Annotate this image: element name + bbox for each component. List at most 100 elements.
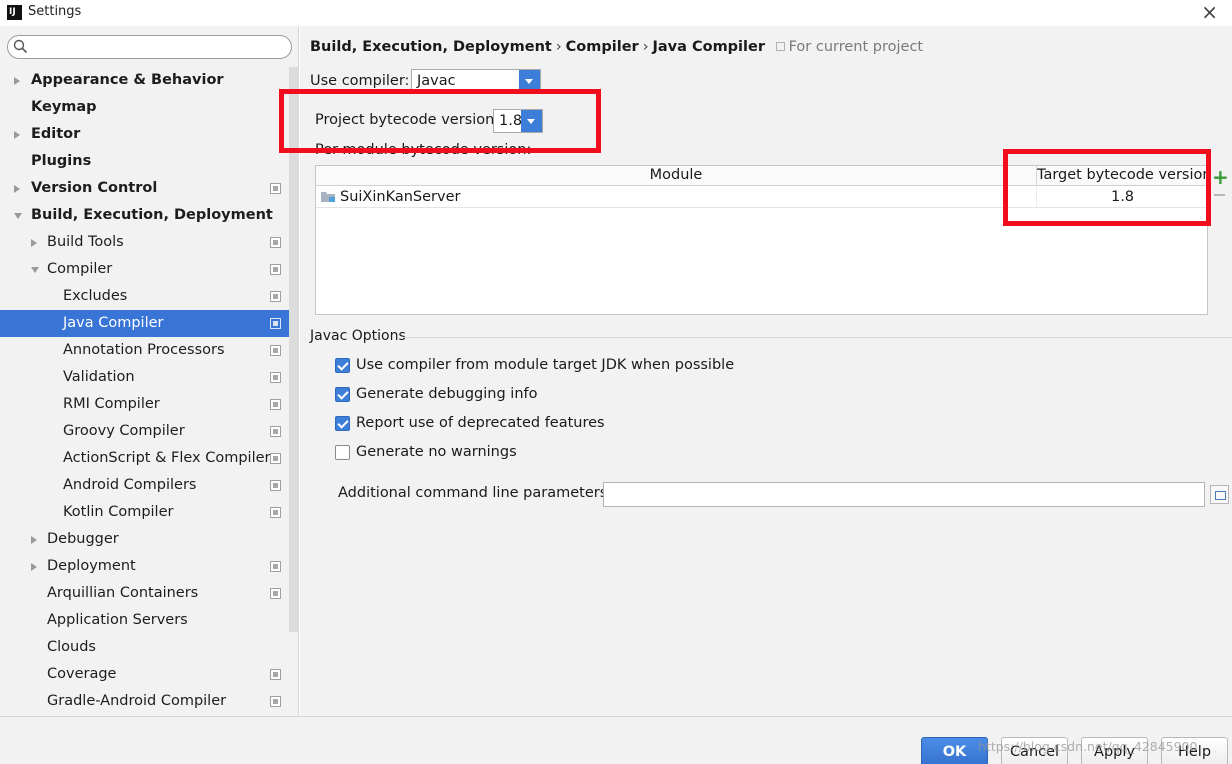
expand-editor-icon[interactable] <box>1210 485 1229 504</box>
sidebar-item-java-compiler[interactable]: Java Compiler <box>0 310 289 337</box>
sidebar-item-label: ActionScript & Flex Compiler <box>63 450 271 466</box>
project-scope-icon <box>270 183 281 194</box>
checkbox-checked[interactable] <box>335 358 350 373</box>
sidebar-item-annotation-processors[interactable]: Annotation Processors <box>0 337 289 364</box>
sidebar-item-actionscript-flex-compiler[interactable]: ActionScript & Flex Compiler <box>0 445 289 472</box>
project-scope-icon <box>270 669 281 680</box>
use-compiler-value: Javac <box>417 73 456 89</box>
group-separator <box>403 337 1232 338</box>
project-scope-icon <box>270 399 281 410</box>
sidebar-item-rmi-compiler[interactable]: RMI Compiler <box>0 391 289 418</box>
search-icon <box>13 39 28 54</box>
ok-button[interactable]: OK <box>921 737 988 764</box>
sidebar-item-version-control[interactable]: Version Control <box>0 175 289 202</box>
checkbox-checked[interactable] <box>335 416 350 431</box>
sidebar-item-appearance-behavior[interactable]: Appearance & Behavior <box>0 67 289 94</box>
cancel-button[interactable]: Cancel <box>1001 737 1068 764</box>
sidebar-item-build-execution-deployment[interactable]: Build, Execution, Deployment <box>0 202 289 229</box>
sidebar-item-deployment[interactable]: Deployment <box>0 553 289 580</box>
chevron-right-icon[interactable] <box>14 131 20 139</box>
project-scope-icon <box>270 480 281 491</box>
settings-sidebar: Appearance & Behavior Keymap Editor Plugins… <box>0 26 299 716</box>
sidebar-item-gradle-android-compiler[interactable]: Gradle-Android Compiler <box>0 688 289 715</box>
checkbox-label: Report use of deprecated features <box>356 415 605 431</box>
add-icon[interactable]: + <box>1212 167 1229 187</box>
settings-tree: Appearance & Behavior Keymap Editor Plugins… <box>0 67 289 715</box>
highlight-box <box>279 89 601 153</box>
project-scope-icon <box>270 318 281 329</box>
project-scope-icon <box>270 264 281 275</box>
highlight-box <box>1003 149 1211 226</box>
breadcrumb: Build, Execution, Deployment › Compiler › Ja… <box>310 39 923 55</box>
sidebar-item-android-compilers[interactable]: Android Compilers <box>0 472 289 499</box>
module-name-cell: SuiXinKanServer <box>340 189 461 205</box>
sidebar-item-label: Keymap <box>31 99 97 115</box>
checkbox-label: Use compiler from module target JDK when… <box>356 357 735 373</box>
sidebar-item-label: Debugger <box>47 531 119 547</box>
sidebar-item-label: Compiler <box>47 261 113 277</box>
close-icon[interactable]: × <box>1201 1 1218 23</box>
sidebar-item-groovy-compiler[interactable]: Groovy Compiler <box>0 418 289 445</box>
settings-search-input[interactable] <box>7 35 292 59</box>
sidebar-item-label: Clouds <box>47 639 96 655</box>
sidebar-item-plugins[interactable]: Plugins <box>0 148 289 175</box>
sidebar-item-arquillian-containers[interactable]: Arquillian Containers <box>0 580 289 607</box>
chevron-right-icon[interactable] <box>31 536 37 544</box>
window-title: Settings <box>28 4 82 19</box>
sidebar-item-keymap[interactable]: Keymap <box>0 94 289 121</box>
sidebar-item-label: Java Compiler <box>63 315 164 331</box>
sidebar-item-debugger[interactable]: Debugger <box>0 526 289 553</box>
project-scope-icon <box>270 588 281 599</box>
sidebar-item-label: Groovy Compiler <box>63 423 185 439</box>
breadcrumb-item: Build, Execution, Deployment <box>310 39 552 55</box>
remove-icon[interactable] <box>1214 194 1225 196</box>
dialog-button-bar: OK Cancel Apply Help https://blog.csdn.n… <box>0 716 1232 764</box>
sidebar-item-coverage[interactable]: Coverage <box>0 661 289 688</box>
sidebar-item-label: Annotation Processors <box>63 342 225 358</box>
apply-button[interactable]: Apply <box>1081 737 1148 764</box>
sidebar-item-label: Gradle-Android Compiler <box>47 693 227 709</box>
project-scope-icon <box>270 372 281 383</box>
project-scope-icon <box>270 507 281 518</box>
checkbox-checked[interactable] <box>335 387 350 402</box>
chevron-down-icon[interactable] <box>14 213 22 219</box>
sidebar-item-label: Deployment <box>47 558 136 574</box>
sidebar-item-label: Excludes <box>63 288 128 304</box>
help-button[interactable]: Help <box>1161 737 1228 764</box>
sidebar-item-label: Build, Execution, Deployment <box>31 207 273 223</box>
sidebar-item-kotlin-compiler[interactable]: Kotlin Compiler <box>0 499 289 526</box>
project-scope-icon <box>270 291 281 302</box>
sidebar-item-application-servers[interactable]: Application Servers <box>0 607 289 634</box>
module-column-header[interactable]: Module <box>316 166 1036 185</box>
sidebar-item-label: Version Control <box>31 180 158 196</box>
chevron-right-icon[interactable] <box>14 185 20 193</box>
sidebar-item-label: Appearance & Behavior <box>31 72 224 88</box>
module-folder-icon <box>321 192 335 202</box>
chevron-right-icon[interactable] <box>31 563 37 571</box>
sidebar-item-label: Plugins <box>31 153 92 169</box>
sidebar-item-compiler[interactable]: Compiler <box>0 256 289 283</box>
javac-options-title: Javac Options <box>310 328 406 344</box>
sidebar-item-build-tools[interactable]: Build Tools <box>0 229 289 256</box>
sidebar-item-label: Kotlin Compiler <box>63 504 174 520</box>
chevron-right-icon[interactable] <box>14 77 20 85</box>
sidebar-item-label: RMI Compiler <box>63 396 160 412</box>
sidebar-item-label: Editor <box>31 126 81 142</box>
sidebar-item-label: Coverage <box>47 666 117 682</box>
project-scope-icon <box>270 696 281 707</box>
breadcrumb-item: Java Compiler <box>652 39 765 55</box>
sidebar-item-editor[interactable]: Editor <box>0 121 289 148</box>
sidebar-item-excludes[interactable]: Excludes <box>0 283 289 310</box>
sidebar-item-label: Application Servers <box>47 612 188 628</box>
sidebar-item-clouds[interactable]: Clouds <box>0 634 289 661</box>
sidebar-item-label: Android Compilers <box>63 477 197 493</box>
additional-params-input[interactable] <box>603 482 1205 507</box>
sidebar-item-label: Arquillian Containers <box>47 585 199 601</box>
project-scope-icon <box>270 453 281 464</box>
project-scope-icon <box>270 561 281 572</box>
chevron-down-icon[interactable] <box>31 267 39 273</box>
checkbox-label: Generate no warnings <box>356 444 517 460</box>
sidebar-item-validation[interactable]: Validation <box>0 364 289 391</box>
chevron-right-icon[interactable] <box>31 239 37 247</box>
checkbox-unchecked[interactable] <box>335 445 350 460</box>
